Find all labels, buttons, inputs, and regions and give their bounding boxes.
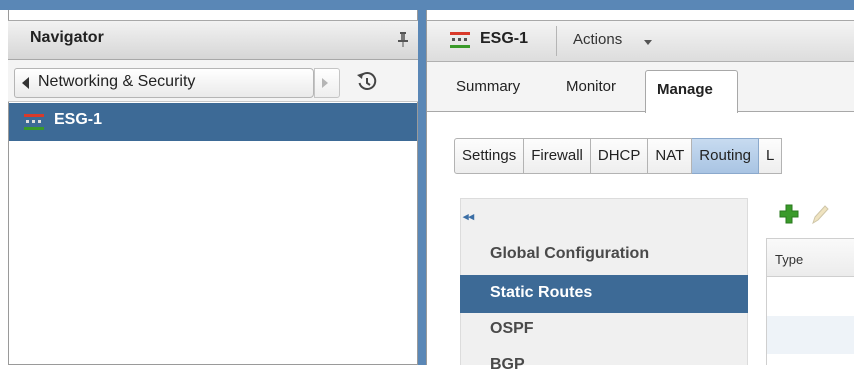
edge-gateway-icon: [24, 114, 44, 130]
actions-menu[interactable]: Actions: [573, 31, 622, 48]
navigator-title: Navigator: [30, 29, 104, 46]
panel-splitter[interactable]: [418, 10, 426, 365]
subtab-routing[interactable]: Routing: [692, 138, 759, 174]
tab-summary[interactable]: Summary: [456, 78, 520, 95]
back-arrow-icon: [22, 77, 29, 89]
subtab-firewall[interactable]: Firewall: [524, 138, 591, 174]
routing-nav-ospf[interactable]: OSPF: [490, 320, 534, 338]
header-divider: [556, 26, 557, 56]
plus-icon[interactable]: [778, 203, 800, 225]
routing-nav-bgp[interactable]: BGP: [490, 356, 525, 374]
subtab-dhcp[interactable]: DHCP: [590, 138, 649, 174]
subtab-settings[interactable]: Settings: [454, 138, 525, 174]
collapse-icon[interactable]: ◂◂: [463, 210, 474, 223]
window-frame: [0, 0, 854, 10]
pencil-icon[interactable]: [810, 204, 830, 226]
forward-arrow-icon: [322, 78, 328, 88]
pin-icon[interactable]: [396, 31, 410, 47]
tab-monitor[interactable]: Monitor: [566, 78, 616, 95]
subtab-bar: Settings Firewall DHCP NAT Routing L: [454, 138, 783, 174]
routing-nav-global-configuration[interactable]: Global Configuration: [490, 245, 649, 263]
history-icon[interactable]: [356, 70, 378, 94]
column-header-type[interactable]: Type: [775, 252, 803, 267]
table-row[interactable]: [767, 316, 854, 354]
object-title: ESG-1: [480, 30, 529, 47]
tab-manage-label: Manage: [657, 81, 713, 98]
subtab-nat[interactable]: NAT: [648, 138, 693, 174]
routing-nav-static-routes[interactable]: Static Routes: [490, 284, 592, 302]
back-button-label: Networking & Security: [38, 73, 196, 90]
edge-gateway-icon: [450, 32, 470, 48]
navigator-item-label: ESG-1: [54, 111, 103, 128]
subtab-truncated[interactable]: L: [759, 138, 783, 174]
chevron-down-icon[interactable]: [644, 40, 652, 45]
